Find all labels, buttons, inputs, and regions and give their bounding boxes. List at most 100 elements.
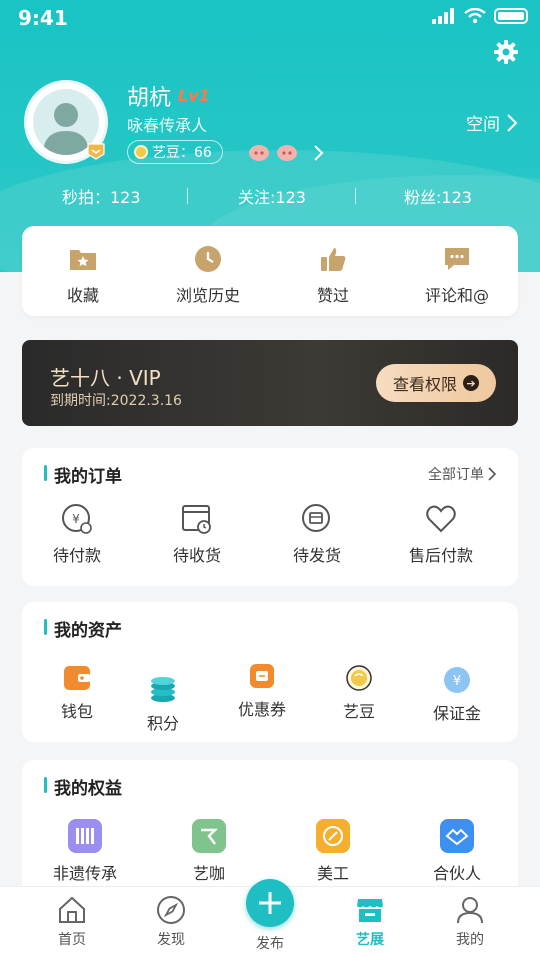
tab-label: 我的 (456, 932, 484, 948)
vip-title: 艺十八 · VIP (50, 366, 161, 390)
wallet-icon (64, 666, 90, 690)
handshake-icon (440, 819, 474, 853)
gear-icon[interactable] (492, 38, 520, 66)
arrow-right-icon: ➔ (463, 375, 479, 391)
wifi-icon (464, 8, 486, 24)
view-privileges-label: 查看权限 (392, 375, 457, 394)
chevron-right-icon (488, 467, 496, 481)
heritage-badge-icon (87, 143, 105, 160)
quick-item-history[interactable]: 浏览历史 (153, 244, 263, 306)
stat-following[interactable]: 关注:123 (238, 184, 306, 208)
compass-icon (157, 896, 185, 924)
order-item-label: 售后付款 (408, 546, 473, 565)
benefit-item-partner[interactable]: 合伙人 (402, 818, 512, 884)
stat-fans[interactable]: 粉丝:123 (404, 184, 472, 208)
home-icon (59, 896, 85, 923)
asset-item-label: 积分 (146, 714, 179, 733)
order-item-label: 待收货 (172, 546, 221, 565)
bean-icon (134, 145, 148, 159)
benefit-item-design[interactable]: 美工 (278, 818, 388, 884)
tab-label: 艺展 (356, 932, 384, 948)
tab-discover[interactable]: 发现 (131, 895, 211, 949)
quick-item-favorites[interactable]: 收藏 (28, 244, 138, 306)
quick-item-label: 收藏 (66, 286, 99, 305)
order-item-after-sale[interactable]: 售后付款 (386, 502, 496, 566)
heritage-icon (68, 819, 102, 853)
store-icon (357, 899, 383, 922)
pending-shipment-icon (302, 504, 330, 532)
points-coins-icon (151, 677, 175, 702)
chevron-right-icon[interactable] (313, 144, 325, 162)
order-item-pending-payment[interactable]: ¥ 待付款 (22, 502, 132, 566)
quick-item-comments[interactable]: 评论和@ (402, 244, 512, 306)
pending-payment-icon: ¥ (62, 504, 92, 534)
tab-label-publish: 发布 (256, 936, 284, 952)
benefit-item-label: 非遗传承 (52, 864, 117, 883)
benefit-item-label: 美工 (316, 864, 349, 883)
user-name: 胡杭 (127, 86, 172, 111)
section-title: 我的权益 (44, 774, 122, 799)
thumbs-up-icon (321, 248, 346, 271)
section-title: 我的订单 (44, 462, 122, 487)
status-time: 9:41 (18, 6, 68, 30)
order-item-pending-shipment[interactable]: 待发货 (262, 502, 372, 566)
svg-text:¥: ¥ (72, 512, 80, 526)
chevron-right-icon (507, 113, 518, 132)
asset-item-points[interactable]: 积分 (108, 676, 218, 734)
asset-item-label: 艺豆 (342, 702, 375, 721)
design-icon (316, 819, 350, 853)
asset-item-deposit[interactable]: ¥ 保证金 (402, 666, 512, 724)
all-orders-link[interactable]: 全部订单 (428, 464, 496, 484)
after-sale-heart-icon (426, 505, 456, 533)
status-bar: 9:41 (0, 0, 540, 36)
tab-label: 发现 (157, 932, 185, 948)
svg-text:¥: ¥ (453, 674, 461, 689)
tab-home[interactable]: 首页 (32, 895, 112, 949)
status-icons (432, 8, 528, 24)
stats-row: 秒拍：123 关注:123 粉丝:123 (0, 184, 540, 208)
vip-banner[interactable]: 艺十八 · VIP 到期时间:2022.3.16 查看权限 ➔ (22, 340, 518, 426)
benefit-item-artist[interactable]: 艺咖 (154, 818, 264, 884)
orders-card: 我的订单 全部订单 ¥ 待付款 待收货 待发货 售后付款 (22, 448, 518, 586)
piggy-medal-icon[interactable] (248, 142, 270, 162)
level-badge: Lv1 (178, 86, 210, 105)
asset-item-label: 保证金 (432, 704, 481, 723)
order-item-label: 待付款 (52, 546, 101, 565)
space-link[interactable]: 空间 (466, 110, 518, 135)
plus-icon (259, 892, 281, 914)
beans-label: 艺豆：66 (152, 145, 212, 161)
order-item-label: 待发货 (292, 546, 341, 565)
order-item-pending-receipt[interactable]: 待收货 (142, 502, 252, 566)
assets-card: 我的资产 钱包 积分 优惠券 艺豆 ¥ 保证金 (22, 602, 518, 742)
user-title: 咏春传承人 (127, 116, 208, 135)
tab-mine[interactable]: 我的 (430, 895, 510, 949)
asset-item-beans[interactable]: 艺豆 (304, 664, 414, 722)
quick-actions-card: 收藏 浏览历史 赞过 评论和@ (22, 226, 518, 316)
quick-item-liked[interactable]: 赞过 (278, 244, 388, 306)
battery-icon (494, 8, 528, 24)
piggy-medal-icon[interactable] (276, 142, 298, 162)
folder-star-icon (70, 250, 96, 270)
vip-expire: 到期时间:2022.3.16 (50, 393, 182, 409)
benefit-item-label: 合伙人 (432, 864, 481, 883)
bean-icon (346, 665, 372, 691)
tab-label: 首页 (58, 932, 86, 948)
beans-pill[interactable]: 艺豆：66 (127, 140, 223, 164)
comment-icon (445, 248, 469, 270)
benefit-item-heritage[interactable]: 非遗传承 (30, 818, 140, 884)
divider (187, 188, 188, 204)
stat-seconds[interactable]: 秒拍：123 (62, 184, 141, 208)
coupon-icon (250, 664, 274, 688)
quick-item-label: 赞过 (316, 286, 349, 305)
view-privileges-button[interactable]: 查看权限 ➔ (376, 364, 496, 402)
pending-receipt-icon (182, 505, 211, 534)
tab-exhibition[interactable]: 艺展 (330, 895, 410, 949)
publish-button[interactable] (246, 879, 294, 927)
asset-item-label: 优惠券 (237, 700, 286, 719)
divider (355, 188, 356, 204)
artist-icon (192, 819, 226, 853)
quick-item-label: 评论和@ (424, 286, 489, 305)
all-orders-label: 全部订单 (428, 467, 484, 483)
quick-item-label: 浏览历史 (175, 286, 240, 305)
asset-item-coupon[interactable]: 优惠券 (207, 662, 317, 720)
